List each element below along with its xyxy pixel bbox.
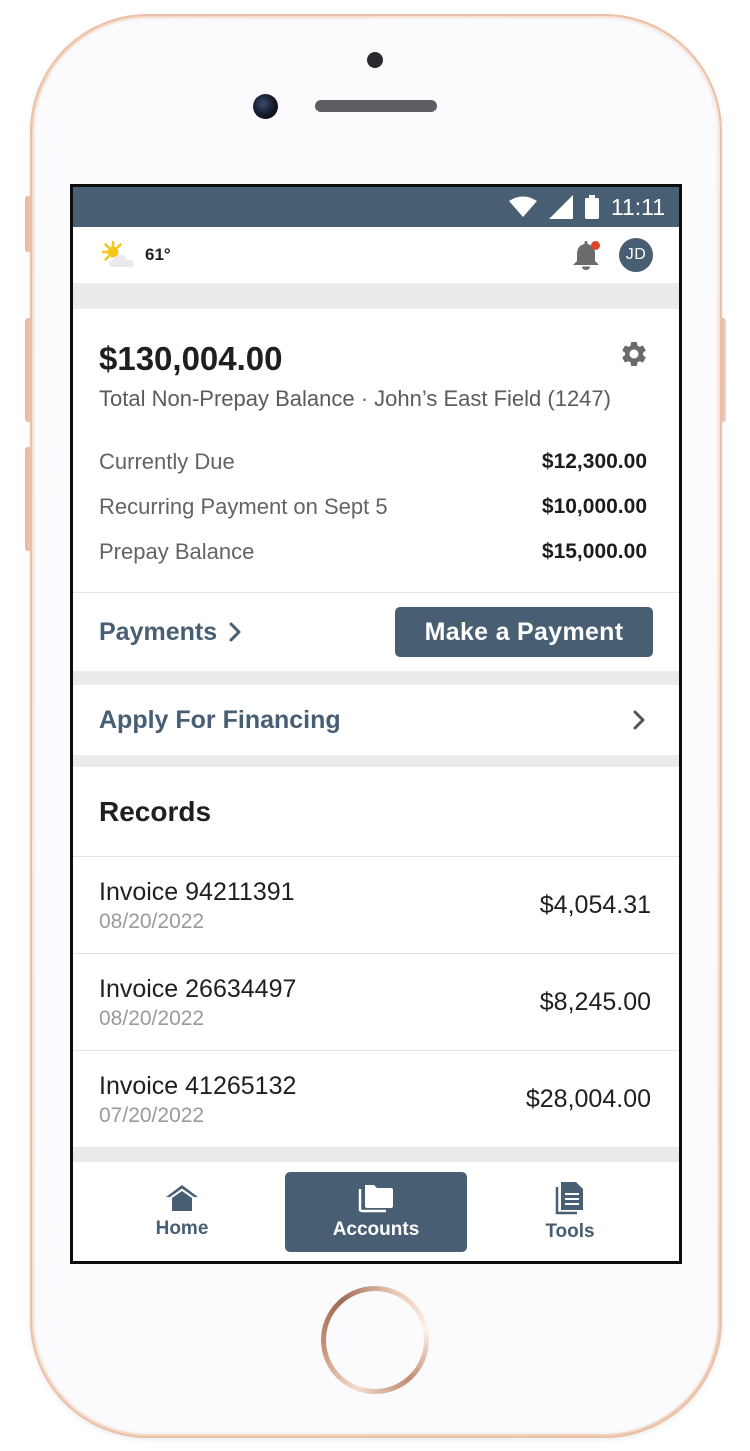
status-bar: 11:11	[73, 187, 679, 227]
tab-home[interactable]: Home	[91, 1172, 273, 1252]
invoice-row[interactable]: Invoice 41265132 07/20/2022 $28,004.00	[73, 1051, 679, 1148]
balance-row-recurring-payment: Recurring Payment on Sept 5 $10,000.00	[99, 484, 647, 529]
balance-card: $130,004.00 Total Non-Prepay Balance · J…	[73, 309, 679, 671]
balance-row-prepay-balance: Prepay Balance $15,000.00	[99, 529, 647, 574]
apply-financing-label: Apply For Financing	[99, 705, 341, 734]
invoice-amount: $4,054.31	[539, 890, 651, 919]
invoice-date: 08/20/2022	[99, 1007, 205, 1030]
app-screen: 11:11 61° JD $130,004.00 Total Non-Prepa…	[70, 184, 682, 1264]
home-icon	[166, 1184, 198, 1211]
proximity-sensor	[367, 52, 383, 68]
invoice-info: Invoice 41265132 07/20/2022	[99, 1070, 296, 1128]
document-icon	[555, 1181, 583, 1214]
front-camera	[253, 94, 278, 119]
records-title: Records	[73, 767, 679, 857]
balance-row-currently-due: Currently Due $12,300.00	[99, 439, 647, 484]
invoice-amount: $28,004.00	[525, 1084, 651, 1113]
top-bar-actions: JD	[571, 238, 653, 272]
balance-row-value: $12,300.00	[541, 449, 647, 473]
records-section: Records Invoice 94211391 08/20/2022 $4,0…	[73, 767, 679, 1148]
payments-link[interactable]: Payments	[99, 618, 241, 647]
earpiece-speaker	[315, 100, 437, 112]
total-balance: $130,004.00	[99, 340, 283, 377]
apply-financing-row[interactable]: Apply For Financing	[73, 685, 679, 755]
invoice-info: Invoice 94211391 08/20/2022	[99, 876, 295, 934]
invoice-name: Invoice 26634497	[99, 975, 297, 1003]
tab-tools[interactable]: Tools	[479, 1172, 661, 1252]
invoice-row[interactable]: Invoice 94211391 08/20/2022 $4,054.31	[73, 857, 679, 954]
chevron-right-icon	[229, 622, 241, 642]
gear-icon[interactable]	[619, 339, 649, 369]
avatar[interactable]: JD	[619, 238, 653, 272]
invoice-info: Invoice 26634497 08/20/2022	[99, 973, 296, 1031]
payments-link-label: Payments	[99, 617, 218, 646]
notification-badge	[591, 241, 600, 250]
balance-subtitle: Total Non-Prepay Balance · John’s East F…	[99, 386, 611, 411]
payment-actions: Payments Make a Payment	[99, 593, 653, 671]
status-time: 11:11	[610, 193, 665, 220]
battery-icon	[584, 195, 599, 219]
make-payment-button[interactable]: Make a Payment	[395, 607, 653, 657]
notifications-button[interactable]	[571, 239, 601, 271]
chevron-right-icon	[633, 710, 645, 730]
invoice-name: Invoice 41265132	[99, 1072, 297, 1100]
invoice-row[interactable]: Invoice 26634497 08/20/2022 $8,245.00	[73, 954, 679, 1051]
temperature-label: 61°	[145, 245, 171, 264]
balance-row-value: $10,000.00	[541, 494, 647, 518]
invoice-date: 08/20/2022	[99, 910, 205, 933]
top-bar: 61° JD	[73, 227, 679, 283]
tab-label: Home	[155, 1217, 209, 1239]
weather-widget[interactable]: 61°	[99, 240, 171, 270]
tab-accounts[interactable]: Accounts	[285, 1171, 467, 1252]
tab-label: Accounts	[332, 1218, 420, 1240]
tab-label: Tools	[545, 1220, 595, 1242]
invoice-date: 07/20/2022	[99, 1104, 205, 1127]
invoice-amount: $8,245.00	[539, 987, 651, 1016]
section-spacer	[73, 283, 679, 309]
home-button[interactable]	[321, 1286, 429, 1394]
balance-row-value: $15,000.00	[541, 539, 647, 563]
bottom-tab-bar: Home Accounts Tools	[73, 1159, 679, 1261]
balance-rows: Currently Due $12,300.00 Recurring Payme…	[99, 439, 651, 574]
folders-icon	[358, 1184, 393, 1212]
cellular-signal-icon	[548, 195, 573, 219]
balance-row-label: Prepay Balance	[99, 538, 255, 564]
balance-row-label: Currently Due	[99, 448, 235, 474]
balance-row-label: Recurring Payment on Sept 5	[99, 493, 388, 519]
partly-sunny-icon	[101, 240, 134, 267]
wifi-icon	[508, 196, 537, 217]
invoice-name: Invoice 94211391	[99, 878, 295, 906]
